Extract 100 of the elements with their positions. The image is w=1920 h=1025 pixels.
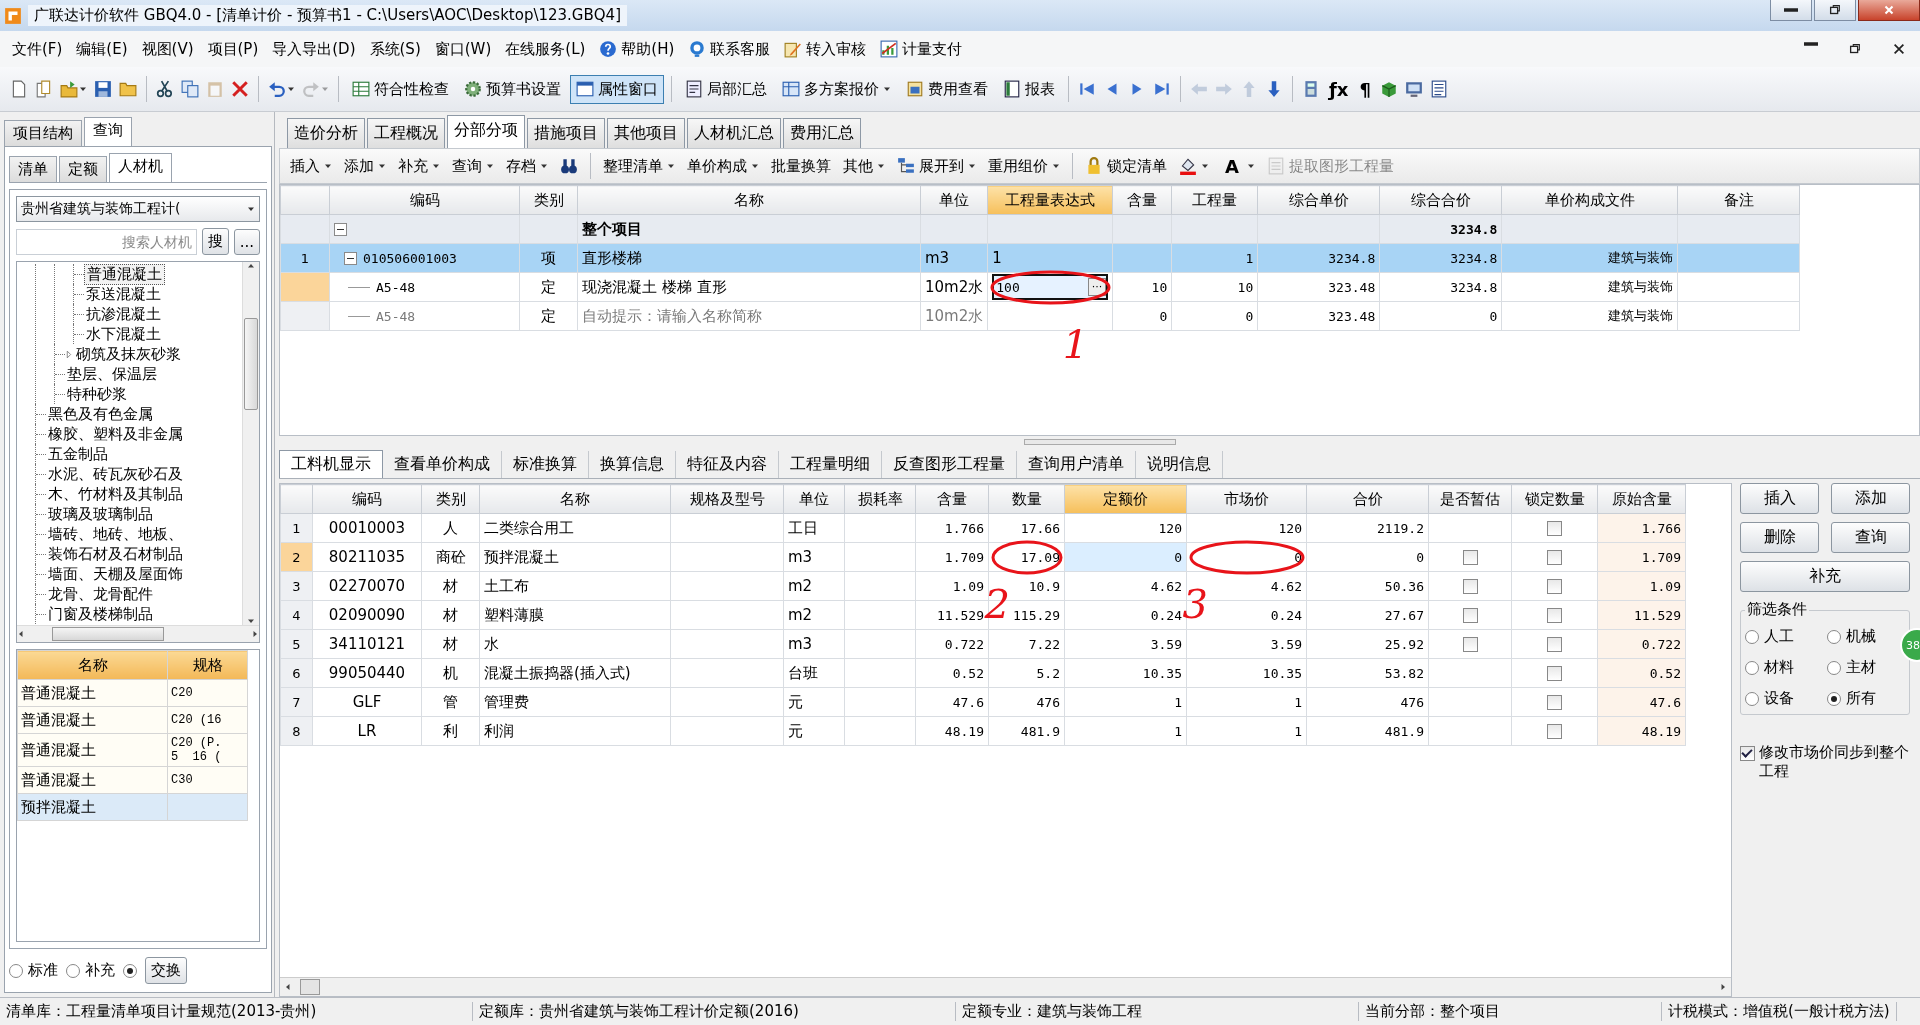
checkbox[interactable] (1547, 666, 1562, 681)
table-cell[interactable]: 直形楼梯 (577, 243, 921, 273)
expand-icon[interactable] (65, 349, 74, 359)
tree-item[interactable]: 玻璃及玻璃制品 (46, 504, 155, 524)
radio-label[interactable]: 所有 (1846, 689, 1876, 708)
action-button[interactable]: 插入 (1740, 483, 1819, 514)
document-icon[interactable] (10, 80, 28, 98)
table-cell[interactable]: 25.92 (1306, 629, 1429, 659)
toolbar-button[interactable]: 多方案报价 (776, 74, 897, 104)
table-cell[interactable]: 普通混凝土 (17, 766, 168, 794)
checkbox[interactable] (1547, 608, 1562, 623)
tab[interactable]: 查询用户清单 (1017, 451, 1136, 478)
table-cell[interactable]: 预拌混凝土 (479, 542, 671, 572)
tree-item[interactable]: 五金制品 (46, 444, 110, 464)
table-cell[interactable]: 1 (1186, 716, 1307, 746)
table-cell[interactable]: 3.59 (1064, 629, 1187, 659)
tab[interactable]: 换算信息 (589, 451, 676, 478)
checkbox[interactable] (1547, 695, 1562, 710)
table-cell[interactable]: A5-48 (376, 279, 416, 295)
table-cell[interactable]: A5-48 (376, 308, 416, 324)
column-header[interactable]: 数量 (988, 484, 1065, 514)
tab[interactable]: 工程量明细 (779, 451, 882, 478)
column-header[interactable]: 锁定数量 (1511, 484, 1598, 514)
table-cell[interactable]: 定 (519, 272, 578, 302)
checkbox[interactable] (1740, 746, 1755, 761)
table-cell[interactable]: 1 (1171, 243, 1258, 273)
row-number[interactable]: 2 (280, 542, 313, 572)
table-cell[interactable]: 481.9 (1306, 716, 1429, 746)
maximize-button[interactable] (1814, 0, 1856, 21)
scissors-icon[interactable] (156, 80, 174, 98)
row-number[interactable]: 4 (280, 600, 313, 630)
row-number[interactable]: 8 (280, 716, 313, 746)
table-cell[interactable]: 323.48 (1257, 272, 1380, 302)
menu-item[interactable]: 转入审核 (778, 36, 873, 62)
table-cell[interactable]: 管理费 (479, 687, 671, 717)
action-button[interactable]: 补充 (1740, 561, 1910, 592)
table-cell[interactable]: 普通混凝土 (17, 679, 168, 707)
table-cell[interactable]: LR (312, 716, 422, 746)
table-cell[interactable]: 476 (1306, 687, 1429, 717)
library-dropdown[interactable]: 贵州省建筑与装饰工程计( (16, 196, 260, 222)
table-cell[interactable]: 1 (1186, 687, 1307, 717)
table-cell[interactable]: 1.766 (1597, 513, 1686, 543)
toolbar-button[interactable]: A (1217, 153, 1259, 179)
tree-item[interactable]: 抗渗混凝土 (84, 304, 163, 324)
table-cell[interactable]: 商砼 (421, 542, 480, 572)
scrollbar[interactable] (242, 262, 259, 625)
tab[interactable]: 定额 (59, 156, 107, 182)
table-cell[interactable]: 1.09 (1597, 571, 1686, 601)
restore-icon[interactable] (1848, 42, 1862, 56)
toolbar-button[interactable]: 符合性检查 (346, 74, 455, 104)
table-cell[interactable]: C20 (P. 5 16 ( (167, 733, 248, 767)
copy-icon[interactable] (181, 80, 199, 98)
table-cell[interactable]: 元 (783, 687, 845, 717)
menu-item[interactable]: 窗口(W) (428, 36, 498, 62)
arrow-up-icon[interactable] (247, 262, 255, 270)
row-number[interactable]: 3 (280, 571, 313, 601)
arrow-left-icon[interactable] (284, 983, 292, 991)
undo-icon[interactable] (268, 80, 286, 98)
column-header[interactable]: 综合单价 (1257, 185, 1380, 215)
toolbar-button[interactable]: 局部汇总 (679, 74, 773, 104)
table-cell[interactable]: 1 (1064, 687, 1187, 717)
save-icon[interactable] (94, 80, 112, 98)
menu-item[interactable]: 项目(P) (201, 36, 265, 62)
column-header[interactable]: 定额价 (1064, 484, 1187, 514)
tab[interactable]: 造价分析 (287, 118, 365, 148)
column-header[interactable]: 工程量表达式 (987, 185, 1113, 215)
tab[interactable]: 清单 (9, 156, 57, 182)
radio-button[interactable] (1827, 691, 1841, 706)
tab[interactable]: 费用汇总 (783, 118, 861, 148)
menu-item[interactable]: 计量支付 (874, 36, 969, 62)
menu-item[interactable]: 在线服务(L) (499, 36, 592, 62)
tree-item[interactable]: 门窗及楼梯制品 (46, 604, 155, 624)
table-cell[interactable]: 0 (1379, 301, 1502, 331)
scroll-thumb[interactable] (300, 979, 320, 995)
column-header[interactable]: 单价构成文件 (1501, 185, 1678, 215)
toolbar-button[interactable]: 批量换算 (767, 154, 835, 178)
tab[interactable]: 措施项目 (527, 118, 605, 148)
tree-item[interactable]: 木、竹材料及其制品 (46, 484, 185, 504)
column-header[interactable]: 单位 (920, 185, 988, 215)
table-cell[interactable]: 10 (1112, 272, 1172, 302)
toolbar-button[interactable]: 单价构成 (683, 154, 763, 178)
radio-label[interactable]: 人工 (1764, 627, 1794, 646)
tree-item[interactable]: 普通混凝土 (84, 263, 165, 285)
toolbar-button[interactable]: 锁定清单 (1081, 154, 1171, 178)
column-header[interactable]: 合价 (1306, 484, 1429, 514)
toolbar-button[interactable]: 报表 (997, 74, 1061, 104)
scrollbar[interactable] (280, 977, 1731, 996)
menu-item[interactable]: 联系客服 (682, 36, 777, 62)
menu-item[interactable]: 文件(F) (6, 36, 69, 62)
menu-item[interactable]: 导入导出(D) (266, 36, 362, 62)
table-cell[interactable]: C20 (167, 679, 248, 707)
toolbar-button[interactable]: 其他 (839, 154, 889, 178)
table-cell[interactable]: 02090090 (312, 600, 422, 630)
column-header[interactable]: 备注 (1677, 185, 1800, 215)
column-header[interactable]: 含量 (1112, 185, 1172, 215)
monitor-icon[interactable] (1404, 80, 1423, 98)
radio-label[interactable]: 补充 (85, 961, 115, 980)
tab[interactable]: 标准换算 (502, 451, 589, 478)
table-cell[interactable]: 34110121 (312, 629, 422, 659)
row-number[interactable]: 1 (280, 513, 313, 543)
